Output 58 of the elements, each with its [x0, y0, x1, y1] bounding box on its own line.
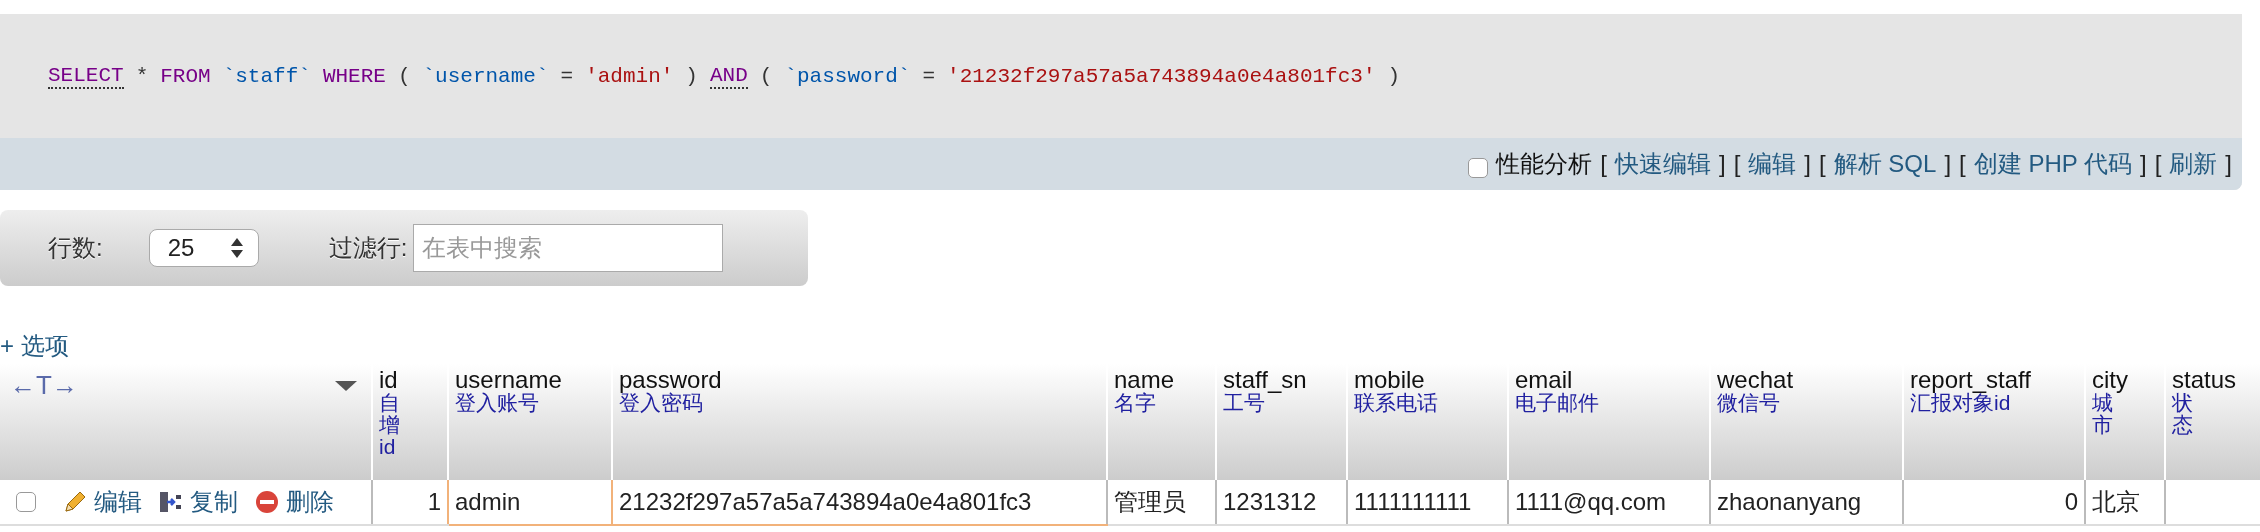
table-cell: 1	[372, 480, 448, 525]
bracket: ]	[1944, 150, 1952, 178]
table-cell: 1111111111	[1347, 480, 1508, 525]
sql-keyword: WHERE	[322, 64, 386, 88]
row-checkbox[interactable]	[16, 492, 36, 512]
sql-identifier: `staff`	[222, 64, 311, 88]
table-cell: 0	[1903, 480, 2085, 525]
sql-symbol: )	[685, 64, 698, 88]
sql-keyword-link[interactable]: AND	[709, 63, 748, 89]
row-action-link[interactable]: 编辑	[94, 486, 142, 518]
sql-keyword-link[interactable]: SELECT	[48, 63, 124, 89]
sql-symbol: (	[397, 64, 411, 88]
sql-symbol: *	[135, 64, 149, 88]
action-link[interactable]: 快速编辑	[1615, 148, 1711, 180]
row-action-link[interactable]: 删除	[286, 486, 334, 518]
rows-label: 行数:	[48, 233, 103, 263]
action-link[interactable]: 解析 SQL	[1833, 148, 1937, 180]
bracket: [	[1733, 150, 1741, 178]
column-resize-label[interactable]: ←T→	[10, 370, 78, 401]
delete-icon[interactable]	[254, 489, 280, 515]
profiling-checkbox[interactable]	[1468, 158, 1489, 178]
dropdown-icon[interactable]	[335, 379, 357, 392]
sql-keyword: FROM	[160, 64, 211, 88]
sql-string: 'admin'	[585, 64, 674, 88]
sql-symbol: =	[922, 64, 936, 88]
table-cell: 1231312	[1216, 480, 1347, 525]
sql-symbol: =	[560, 64, 574, 88]
profiling-label: 性能分析	[1496, 149, 1593, 179]
copy-icon[interactable]	[158, 489, 184, 515]
bracket: ]	[2140, 150, 2147, 178]
rows-select[interactable]: 25	[148, 229, 259, 267]
stepper-icon	[229, 236, 244, 260]
bracket: [	[1959, 150, 1966, 178]
table-cell: 1111@qq.com	[1508, 480, 1710, 525]
table-cell: admin	[448, 480, 612, 525]
sql-string: '21232f297a57a5a743894a0e4a801fc3'	[947, 64, 1376, 88]
table-cell: 21232f297a57a5a743894a0e4a801fc3	[612, 480, 1107, 525]
bracket: ]	[2225, 150, 2232, 178]
action-link[interactable]: 刷新	[2169, 148, 2218, 180]
sql-symbol: )	[1387, 64, 1401, 88]
sql-identifier: `password`	[784, 64, 911, 88]
table-cell: 北京	[2085, 480, 2165, 525]
table-cell: zhaonanyang	[1710, 480, 1903, 525]
pencil-icon[interactable]	[62, 489, 88, 515]
bracket: [	[1819, 150, 1826, 178]
bracket: ]	[1719, 150, 1726, 178]
action-link[interactable]: 创建 PHP 代码	[1973, 148, 2132, 180]
filter-label: 过滤行:	[328, 233, 408, 263]
action-link[interactable]: 编辑	[1748, 148, 1797, 180]
table-cell: 管理员	[1107, 480, 1216, 525]
row-action-link[interactable]: 复制	[190, 486, 238, 518]
sql-symbol: (	[759, 64, 773, 88]
options-link[interactable]: + 选项	[0, 330, 69, 362]
bracket: [	[1600, 150, 1607, 178]
bracket: ]	[1804, 150, 1811, 178]
bracket: [	[2154, 150, 2162, 178]
sql-identifier: `username`	[422, 64, 549, 88]
search-field[interactable]: 在表中搜索	[413, 224, 724, 272]
